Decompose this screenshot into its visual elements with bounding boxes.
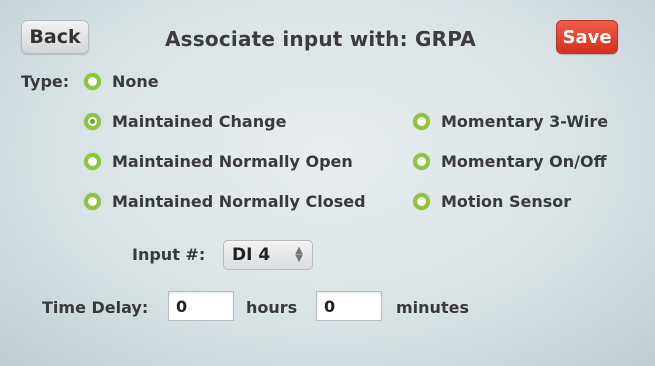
radio-maintained-normally-open-icon[interactable] — [84, 153, 101, 170]
radio-maintained-normally-closed-icon[interactable] — [84, 193, 101, 210]
radio-label: Maintained Normally Open — [112, 152, 353, 171]
radio-label: Momentary On/Off — [441, 152, 607, 171]
hours-unit-label: hours — [246, 298, 298, 317]
radio-motion-sensor-icon[interactable] — [413, 193, 430, 210]
hours-input[interactable]: 0 — [168, 291, 234, 321]
radio-option-momentary-3-wire[interactable]: Momentary 3-Wire — [413, 112, 608, 131]
radio-option-maintained-normally-closed[interactable]: Maintained Normally Closed — [84, 192, 366, 211]
radio-momentary-3-wire-icon[interactable] — [413, 113, 430, 130]
input-number-value: DI 4 — [232, 245, 271, 265]
minutes-unit-label: minutes — [396, 298, 469, 317]
type-label: Type: — [21, 72, 70, 91]
radio-momentary-on-off-icon[interactable] — [413, 153, 430, 170]
back-button[interactable]: Back — [21, 20, 89, 54]
radio-option-none[interactable]: None — [84, 72, 159, 91]
radio-label: None — [112, 72, 159, 91]
radio-label: Momentary 3-Wire — [441, 112, 609, 131]
minutes-input[interactable]: 0 — [316, 291, 382, 321]
save-button[interactable]: Save — [556, 20, 618, 54]
spinner-arrows-icon[interactable]: ▲ ▼ — [295, 246, 303, 264]
radio-option-maintained-change[interactable]: Maintained Change — [84, 112, 286, 131]
page-title: Associate input with: GRPA — [165, 27, 476, 51]
time-delay-label: Time Delay: — [42, 298, 149, 317]
radio-maintained-change-icon[interactable] — [84, 113, 101, 130]
radio-none-icon[interactable] — [84, 73, 101, 90]
radio-option-maintained-normally-open[interactable]: Maintained Normally Open — [84, 152, 353, 171]
radio-label: Motion Sensor — [441, 192, 572, 211]
radio-label: Maintained Normally Closed — [112, 192, 366, 211]
radio-option-momentary-on-off[interactable]: Momentary On/Off — [413, 152, 607, 171]
input-number-label: Input #: — [132, 245, 206, 264]
input-number-select[interactable]: DI 4 ▲ ▼ — [223, 240, 313, 270]
radio-option-motion-sensor[interactable]: Motion Sensor — [413, 192, 571, 211]
radio-label: Maintained Change — [112, 112, 287, 131]
